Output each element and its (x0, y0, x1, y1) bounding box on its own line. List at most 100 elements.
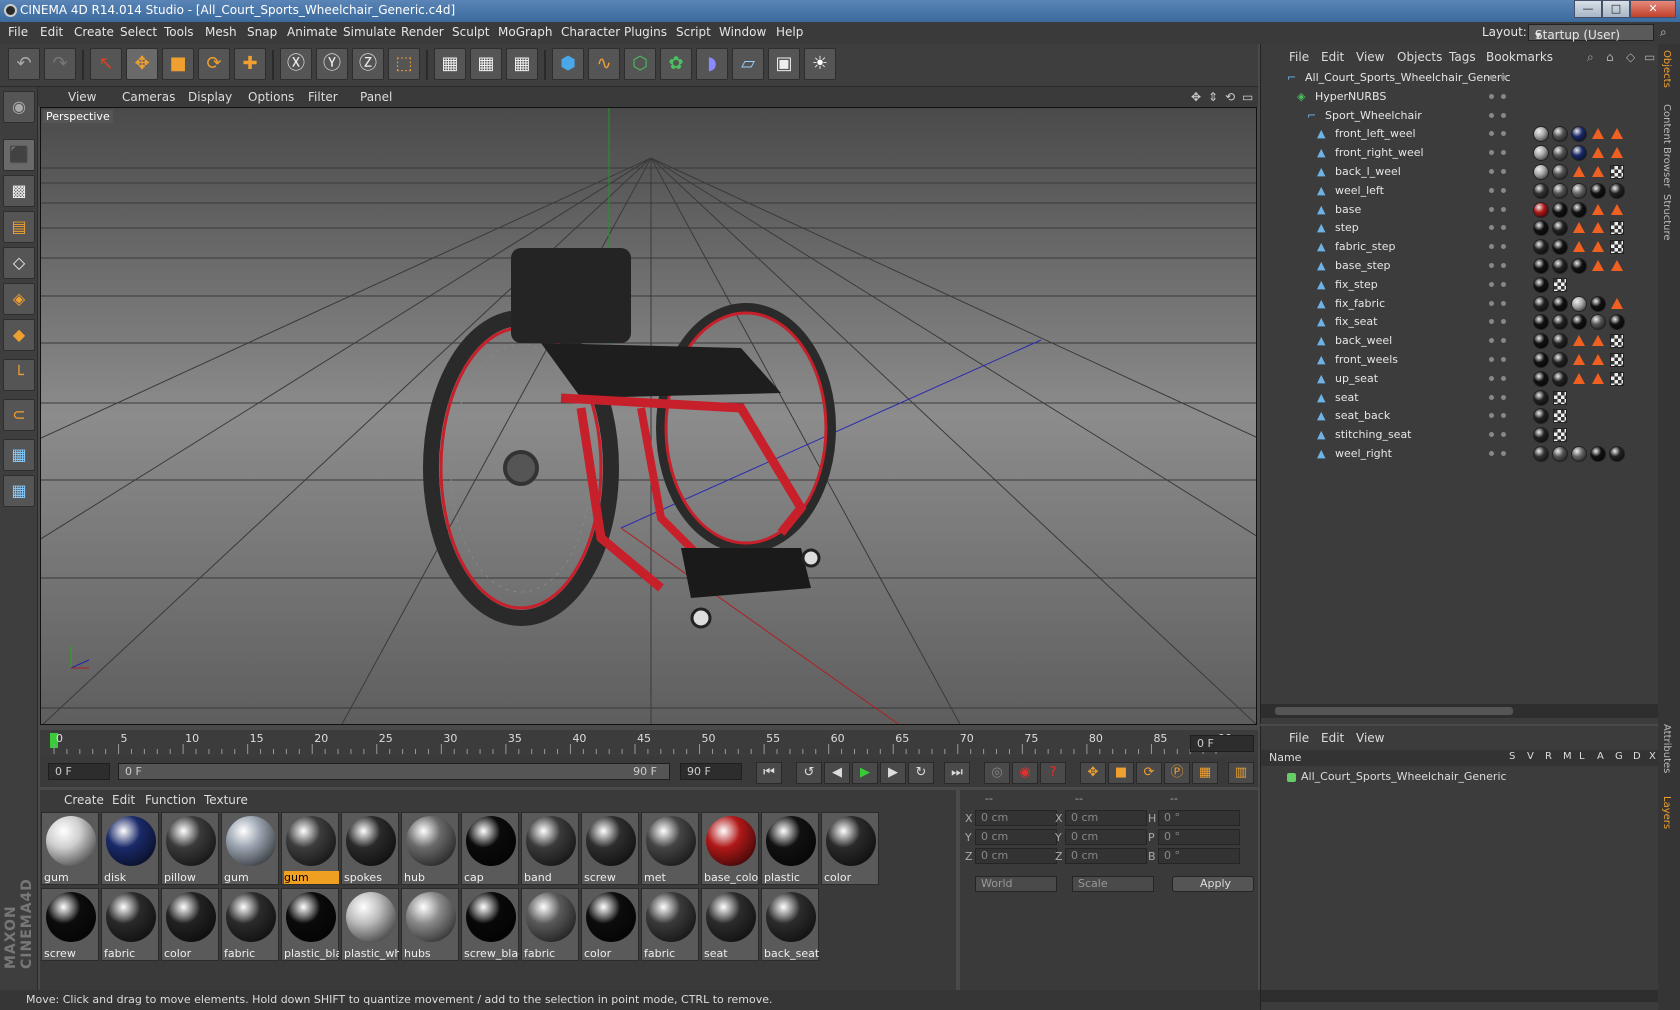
object-row[interactable]: ▲ fix_fabric (1261, 294, 1659, 314)
render-visibility-dot[interactable] (1501, 375, 1506, 381)
material-tag-icon[interactable] (1571, 295, 1587, 312)
material-tag-icon[interactable] (1609, 182, 1625, 199)
object-row[interactable]: ▲ step (1261, 218, 1659, 238)
material-tag-icon[interactable] (1609, 314, 1625, 331)
phong-tag-icon[interactable] (1611, 260, 1623, 271)
material-tag-icon[interactable] (1552, 126, 1568, 143)
home-icon[interactable]: ⌂ (1606, 50, 1614, 64)
wheelchair-model[interactable] (423, 248, 836, 629)
menu-simulate[interactable]: Simulate (343, 25, 396, 39)
menu-window[interactable]: Window (719, 25, 766, 39)
object-row[interactable]: ▲ stitching_seat (1261, 425, 1659, 445)
object-menu-edit[interactable]: Edit (1321, 50, 1344, 64)
coord-mode-select[interactable]: Scale (1072, 876, 1154, 892)
editor-visibility-dot[interactable] (1489, 357, 1494, 362)
coord-input[interactable]: 0 ° (1158, 829, 1240, 845)
material-tag-icon[interactable] (1590, 295, 1606, 312)
live-selection-icon[interactable]: ↖ (90, 48, 122, 80)
editor-visibility-dot[interactable] (1489, 338, 1494, 344)
material-menu-create[interactable]: Create (64, 793, 104, 807)
uvw-tag-icon[interactable] (1610, 221, 1624, 236)
tab-content-browser[interactable]: Content Browser (1661, 104, 1672, 187)
phong-tag-icon[interactable] (1573, 354, 1585, 365)
auto-key-icon[interactable]: ◉ (1012, 762, 1038, 784)
material-tag-icon[interactable] (1609, 446, 1625, 462)
nurbs-icon[interactable]: ⬡ (624, 48, 656, 80)
layout-select[interactable]: Startup (User) ▾ (1528, 24, 1654, 42)
coord-input[interactable]: 0 cm (1065, 829, 1147, 845)
material-tag-icon[interactable] (1552, 370, 1568, 387)
phong-tag-icon[interactable] (1573, 166, 1585, 177)
material-swatch[interactable]: hub (401, 812, 459, 885)
material-tag-icon[interactable] (1552, 164, 1568, 180)
editor-visibility-dot[interactable] (1489, 169, 1494, 174)
timeline-window-icon[interactable]: ▥ (1228, 762, 1254, 784)
material-swatch[interactable]: base_color (701, 812, 759, 885)
current-frame-field[interactable]: 0 F (1190, 735, 1254, 752)
editor-visibility-dot[interactable] (1489, 319, 1494, 325)
prev-key-icon[interactable]: ↺ (796, 762, 822, 784)
object-row[interactable]: ▲ back_l_weel (1261, 162, 1659, 182)
viewport-menu-display[interactable]: Display (188, 90, 232, 104)
object-row[interactable]: ▲ weel_left (1261, 181, 1659, 201)
material-tag-icon[interactable] (1571, 258, 1587, 274)
viewport-zoom-icon[interactable]: ⇕ (1208, 90, 1218, 104)
object-row[interactable]: ▲ weel_right (1261, 444, 1659, 464)
viewport-toggle-icon[interactable]: ▭ (1242, 90, 1253, 104)
object-menu-tags[interactable]: Tags (1449, 50, 1476, 64)
material-tag-icon[interactable] (1533, 295, 1549, 312)
render-picture-viewer-icon[interactable]: ▦ (470, 48, 502, 80)
phong-tag-icon[interactable] (1573, 222, 1585, 234)
material-swatch[interactable]: seat (701, 888, 759, 961)
menu-create[interactable]: Create (74, 25, 114, 39)
frame-range-slider[interactable]: 0 F 90 F (118, 763, 670, 780)
render-visibility-dot[interactable] (1501, 206, 1506, 212)
phong-tag-icon[interactable] (1611, 128, 1623, 140)
phong-tag-icon[interactable] (1592, 128, 1604, 140)
x-axis-icon[interactable]: Ⓧ (280, 48, 312, 80)
object-row[interactable]: ▲ fix_step (1261, 275, 1659, 295)
material-swatch[interactable]: cap (461, 812, 519, 885)
next-frame-icon[interactable]: ▶ (880, 762, 906, 784)
material-swatch[interactable]: back_seat (761, 888, 819, 961)
timeline-ruler[interactable]: 051015202530354045505560657075808590 0 F (40, 730, 1258, 757)
workplane-icon[interactable]: ▤ (3, 211, 35, 243)
perspective-viewport[interactable]: Perspective (40, 107, 1257, 725)
material-tag-icon[interactable] (1533, 446, 1549, 462)
coord-input[interactable]: 0 cm (975, 829, 1057, 845)
editor-visibility-dot[interactable] (1489, 451, 1494, 456)
editor-visibility-dot[interactable] (1489, 187, 1494, 193)
coordinate-system-icon[interactable]: ⬚ (388, 48, 420, 80)
z-axis-icon[interactable]: Ⓩ (352, 48, 384, 80)
object-row[interactable]: ◈ HyperNURBS (1261, 87, 1659, 107)
phong-tag-icon[interactable] (1592, 335, 1604, 347)
go-to-end-icon[interactable]: ⏭ (944, 762, 970, 784)
render-visibility-dot[interactable] (1501, 263, 1506, 268)
render-visibility-dot[interactable] (1501, 150, 1506, 156)
menu-render[interactable]: Render (401, 25, 444, 39)
edges-mode-icon[interactable]: ◈ (3, 283, 35, 315)
material-tag-icon[interactable] (1552, 352, 1568, 368)
material-swatch[interactable]: plastic_whi (341, 888, 399, 961)
viewport-menu-options[interactable]: Options (248, 90, 294, 104)
tab-attributes[interactable]: Attributes (1661, 724, 1672, 773)
key-position-icon[interactable]: ✥ (1080, 762, 1106, 784)
coord-input[interactable]: 0 cm (1065, 810, 1147, 826)
material-tag-icon[interactable] (1533, 239, 1549, 256)
editor-visibility-dot[interactable] (1489, 432, 1494, 438)
object-row[interactable]: ⌐ All_Court_Sports_Wheelchair_Generic (1261, 68, 1659, 88)
render-visibility-dot[interactable] (1501, 93, 1506, 99)
object-menu-bookmarks[interactable]: Bookmarks (1486, 50, 1553, 64)
render-visibility-dot[interactable] (1501, 338, 1506, 344)
material-tag-icon[interactable] (1533, 145, 1549, 162)
redo-icon[interactable]: ↷ (44, 48, 76, 80)
render-visibility-dot[interactable] (1501, 300, 1506, 306)
material-tag-icon[interactable] (1533, 220, 1549, 237)
editor-visibility-dot[interactable] (1489, 413, 1494, 419)
material-tag-icon[interactable] (1533, 314, 1549, 331)
material-swatch[interactable]: color (161, 888, 219, 961)
viewport-menu-panel[interactable]: Panel (360, 90, 392, 104)
material-swatch[interactable]: color (581, 888, 639, 961)
editor-visibility-dot[interactable] (1489, 263, 1494, 268)
material-swatch[interactable]: plastic_blac (281, 888, 339, 961)
